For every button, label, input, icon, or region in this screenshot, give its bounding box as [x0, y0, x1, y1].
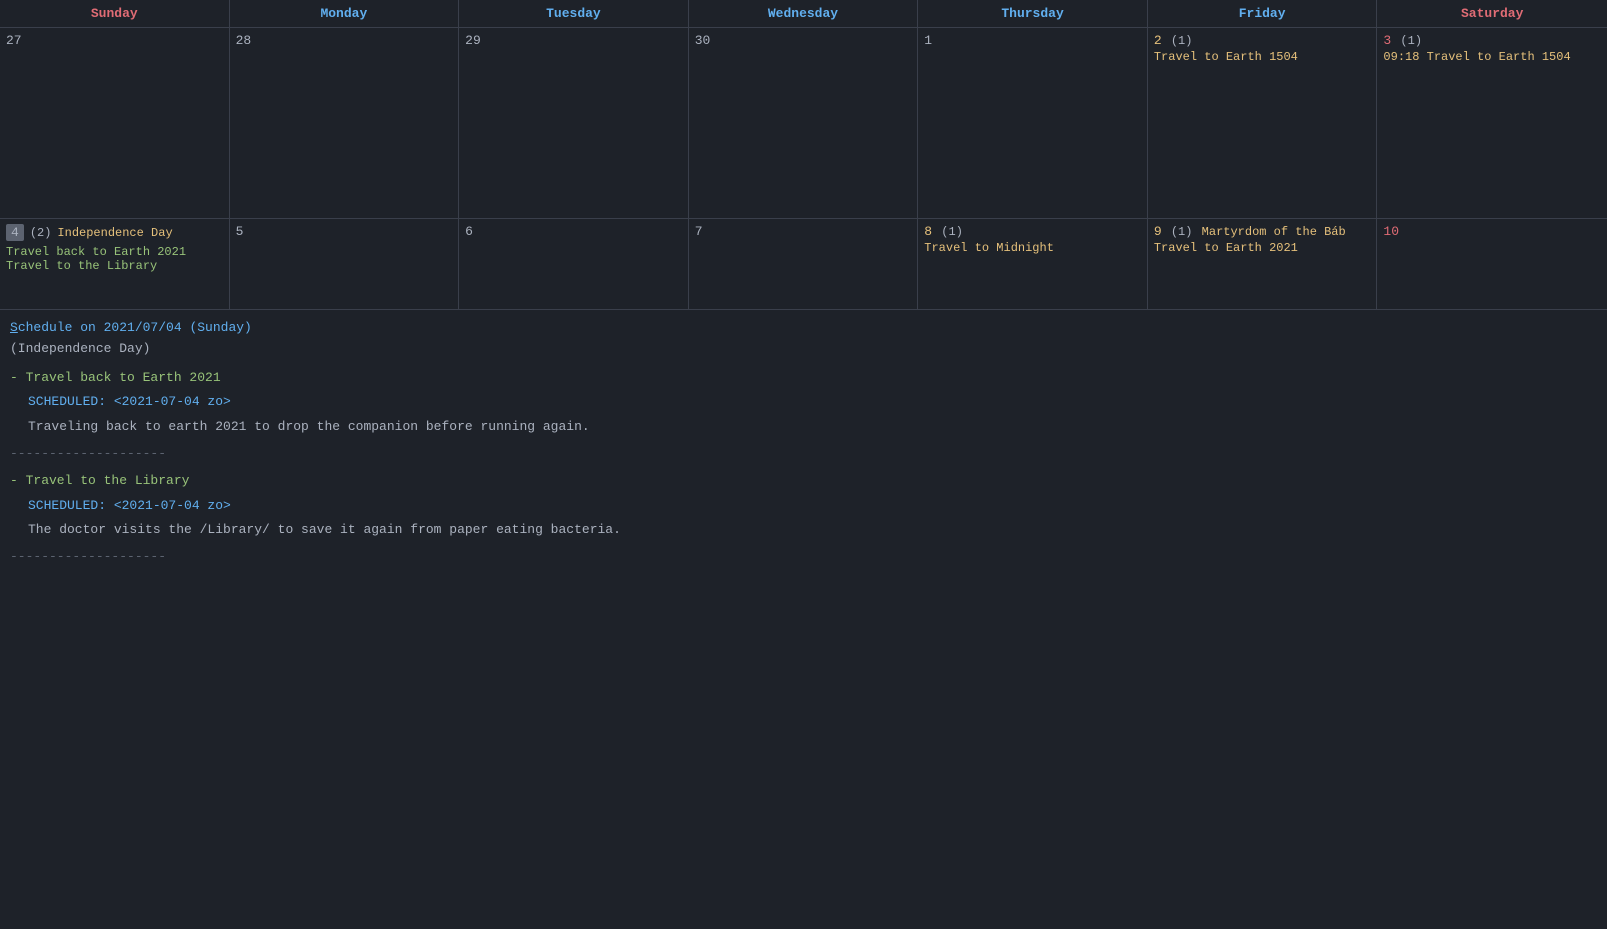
cal-cell-28[interactable]: 28: [230, 28, 460, 218]
cal-cell-9[interactable]: 9 (1) Martyrdom of the Báb Travel to Eart…: [1148, 219, 1378, 309]
schedule-holiday: (Independence Day): [10, 339, 1597, 360]
header-saturday: Saturday: [1377, 0, 1607, 27]
calendar-row-0: 27 28 29 30 1 2 (1) Travel to Earth 1504 3 (1) 0…: [0, 28, 1607, 219]
day-number-27: 27: [6, 33, 22, 48]
day-count-8: (1): [934, 225, 963, 239]
calendar-header: Sunday Monday Tuesday Wednesday Thursday…: [0, 0, 1607, 28]
event: 09:18 Travel to Earth 1504: [1383, 50, 1601, 64]
day-number-10: 10: [1383, 224, 1399, 239]
cal-cell-5[interactable]: 5: [230, 219, 460, 309]
event: Travel back to Earth 2021: [6, 245, 223, 259]
event: Travel to Earth 1504: [1154, 50, 1371, 64]
header-monday: Monday: [230, 0, 460, 27]
header-tuesday: Tuesday: [459, 0, 689, 27]
cal-cell-7[interactable]: 7: [689, 219, 919, 309]
schedule-divider-0: --------------------: [10, 444, 1597, 465]
day-number-8: 8: [924, 224, 932, 239]
schedule-scheduled-1: SCHEDULED: <2021-07-04 zo>: [10, 496, 1597, 517]
day-number-2: 2: [1154, 33, 1162, 48]
schedule-entry-title-1: - Travel to the Library: [10, 471, 1597, 492]
day-number-7: 7: [695, 224, 703, 239]
schedule-entry-title-0: - Travel back to Earth 2021: [10, 368, 1597, 389]
day-number-28: 28: [236, 33, 252, 48]
cal-cell-3[interactable]: 3 (1) 09:18 Travel to Earth 1504: [1377, 28, 1607, 218]
calendar-row-1: 4 (2) Independence Day Travel back to Earth…: [0, 219, 1607, 310]
cal-cell-8[interactable]: 8 (1) Travel to Midnight: [918, 219, 1148, 309]
schedule-title-rest: chedule on 2021/07/04 (Sunday): [18, 320, 252, 335]
event: Travel to the Library: [6, 259, 223, 273]
day-count-2: (1): [1164, 34, 1193, 48]
holiday-label-4: Independence Day: [57, 226, 172, 240]
event: Travel to Earth 2021: [1154, 241, 1371, 255]
schedule-desc-0: Traveling back to earth 2021 to drop the…: [10, 417, 1597, 438]
day-number-3: 3: [1383, 33, 1391, 48]
cal-cell-30[interactable]: 30: [689, 28, 919, 218]
event: Travel to Midnight: [924, 241, 1141, 255]
schedule-scheduled-0: SCHEDULED: <2021-07-04 zo>: [10, 392, 1597, 413]
holiday-label-9: Martyrdom of the Báb: [1194, 225, 1345, 239]
cal-cell-1[interactable]: 1: [918, 28, 1148, 218]
day-number-1: 1: [924, 33, 932, 48]
day-count-4: (2): [30, 226, 52, 240]
day-number-30: 30: [695, 33, 711, 48]
header-friday: Friday: [1148, 0, 1378, 27]
header-thursday: Thursday: [918, 0, 1148, 27]
day-number-5: 5: [236, 224, 244, 239]
cal-cell-2[interactable]: 2 (1) Travel to Earth 1504: [1148, 28, 1378, 218]
schedule-title-underline: S: [10, 320, 18, 335]
day-number-29: 29: [465, 33, 481, 48]
schedule-section: Schedule on 2021/07/04 (Sunday) (Indepen…: [0, 310, 1607, 582]
schedule-divider-1: --------------------: [10, 547, 1597, 568]
day-number-6: 6: [465, 224, 473, 239]
cal-cell-29[interactable]: 29: [459, 28, 689, 218]
day-number-9: 9: [1154, 224, 1162, 239]
cal-cell-27[interactable]: 27: [0, 28, 230, 218]
calendar-grid: 27 28 29 30 1 2 (1) Travel to Earth 1504 3 (1) 0…: [0, 28, 1607, 310]
cal-cell-4[interactable]: 4 (2) Independence Day Travel back to Earth…: [0, 219, 230, 309]
header-sunday: Sunday: [0, 0, 230, 27]
schedule-title: Schedule on 2021/07/04 (Sunday): [10, 318, 1597, 339]
day-count-3: (1): [1393, 34, 1422, 48]
header-wednesday: Wednesday: [689, 0, 919, 27]
schedule-desc-1: The doctor visits the /Library/ to save …: [10, 520, 1597, 541]
day-count-9: (1): [1164, 225, 1193, 239]
cal-cell-6[interactable]: 6: [459, 219, 689, 309]
cal-cell-10[interactable]: 10: [1377, 219, 1607, 309]
day-number-4: 4: [6, 224, 24, 241]
